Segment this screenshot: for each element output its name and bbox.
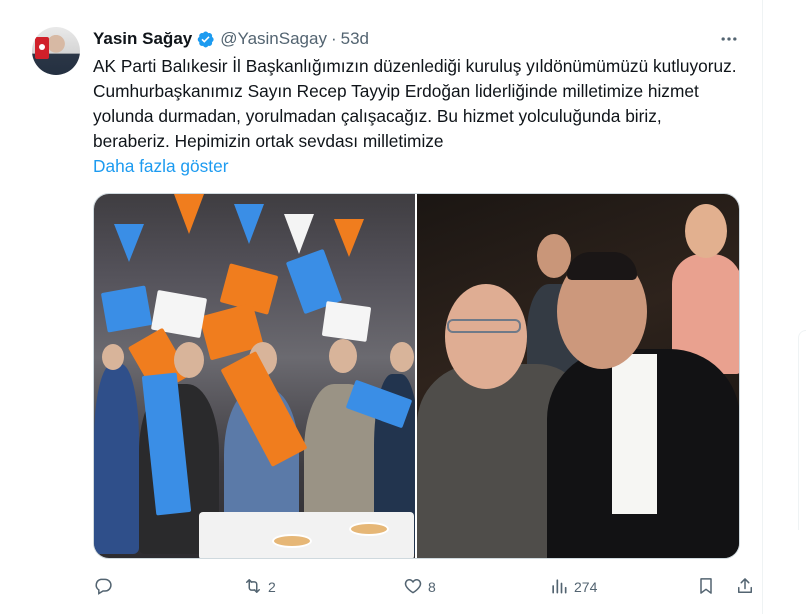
more-horizontal-icon[interactable] — [716, 27, 742, 51]
share-button[interactable] — [735, 572, 755, 602]
views-button[interactable]: 274 — [549, 572, 597, 602]
tweet-card[interactable]: Yasin Sağay @YasinSagay · 53d AK Parti B… — [16, 0, 762, 614]
reply-icon — [93, 576, 113, 599]
tweet-media-grid — [93, 193, 740, 559]
tweet-text: AK Parti Balıkesir İl Başkanlığımızın dü… — [93, 56, 737, 151]
like-count: 8 — [428, 579, 436, 595]
views-chart-icon — [549, 576, 569, 599]
author-avatar[interactable] — [32, 27, 80, 75]
sidebar-card-edge — [798, 330, 806, 530]
reply-button[interactable] — [93, 572, 118, 602]
bookmark-button[interactable] — [696, 572, 716, 602]
tweet-header: Yasin Sağay @YasinSagay · 53d — [93, 29, 369, 49]
bookmark-icon — [696, 576, 716, 599]
share-icon — [735, 576, 755, 599]
heart-icon — [403, 576, 423, 599]
tweet-action-bar: 2 8 274 — [93, 572, 752, 602]
retweet-button[interactable]: 2 — [243, 572, 276, 602]
avatar-flag — [35, 37, 49, 59]
header-separator: · — [330, 29, 337, 48]
author-handle[interactable]: @YasinSagay — [220, 29, 327, 49]
author-name[interactable]: Yasin Sağay — [93, 29, 192, 49]
show-more-link[interactable]: Daha fazla göster — [93, 154, 228, 179]
tweet-timestamp[interactable]: 53d — [341, 29, 369, 49]
event-table — [199, 512, 414, 558]
verified-badge-icon[interactable] — [196, 30, 215, 49]
views-count: 274 — [574, 579, 598, 595]
retweet-icon — [243, 576, 263, 599]
like-button[interactable]: 8 — [403, 572, 436, 602]
event-photo-guests[interactable] — [417, 194, 739, 558]
retweet-count: 2 — [268, 579, 276, 595]
event-photo-audience[interactable] — [94, 194, 415, 558]
